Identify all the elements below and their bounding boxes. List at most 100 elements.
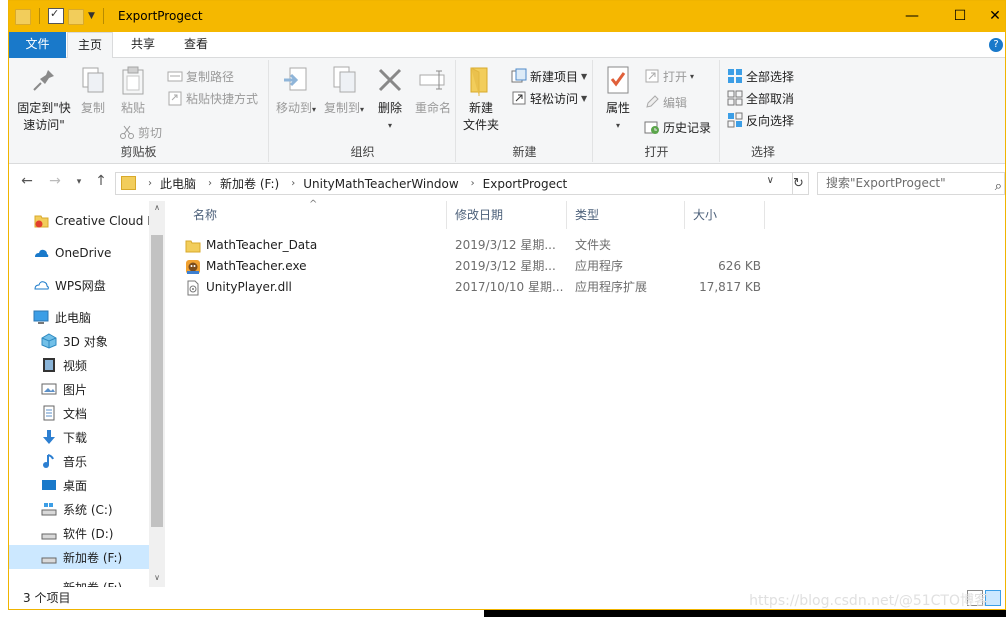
nav-item-video[interactable]: 视频 [9, 353, 149, 377]
new-folder-icon[interactable] [68, 9, 84, 25]
open-icon [644, 68, 660, 84]
nav-item-documents[interactable]: 文档 [9, 401, 149, 425]
breadcrumb-chevron-icon[interactable]: › [471, 178, 475, 189]
scrollbar-thumb[interactable] [151, 235, 163, 527]
edit-button[interactable]: 编辑 [644, 92, 687, 112]
select-none-button[interactable]: 全部取消 [727, 88, 794, 108]
back-arrow-icon[interactable]: ← [17, 173, 37, 189]
cut-button[interactable]: 剪切 [119, 122, 162, 142]
breadcrumb-chevron-icon[interactable]: › [208, 178, 212, 189]
help-icon[interactable]: ? [989, 38, 1003, 52]
customize-toolbar-dropdown[interactable]: ▼ [88, 11, 95, 21]
column-header-name[interactable]: 名称 [185, 201, 447, 229]
nav-item-downloads[interactable]: 下载 [9, 425, 149, 449]
nav-item-pictures[interactable]: 图片 [9, 377, 149, 401]
nav-item-label: WPS网盘 [55, 278, 106, 293]
nav-item-3d-objects[interactable]: 3D 对象 [9, 329, 149, 353]
copy-to-button[interactable]: 复制到▾ [322, 64, 366, 118]
breadcrumb-this-pc[interactable]: 此电脑 [160, 175, 196, 192]
table-row[interactable]: UnityPlayer.dll 2017/10/10 星期... 应用程序扩展 … [185, 277, 765, 298]
file-name: UnityPlayer.dll [206, 280, 292, 294]
copy-path-button[interactable]: 复制路径 [167, 66, 234, 86]
nav-item-drive-d[interactable]: 软件 (D:) [9, 521, 149, 545]
new-item-button[interactable]: 新建项目 ▼ [511, 66, 587, 86]
history-label: 历史记录 [663, 120, 712, 135]
up-arrow-icon[interactable]: ↑ [91, 173, 111, 189]
drive-icon [41, 525, 57, 541]
properties-check-icon[interactable] [48, 7, 64, 24]
scroll-down-icon[interactable]: ∨ [149, 573, 165, 582]
move-to-button[interactable]: 移动到▾ [274, 64, 318, 118]
open-dropdown[interactable]: ▾ [690, 72, 694, 81]
easy-access-dropdown[interactable]: ▼ [581, 94, 587, 103]
nav-item-this-pc[interactable]: 此电脑 [9, 305, 149, 329]
clipboard-group: 固定到"快 速访问" 复制 粘贴 复制路径 粘贴快捷方式 剪切 剪贴板 [9, 60, 269, 162]
recent-locations-chevron-icon[interactable]: ▾ [69, 177, 89, 187]
select-group: 全部选择 全部取消 反向选择 选择 [721, 60, 805, 162]
scroll-up-icon[interactable]: ∧ [149, 203, 165, 212]
breadcrumb-chevron-icon[interactable]: › [291, 178, 295, 189]
nav-item-drive-f-selected[interactable]: 新加卷 (F:) [9, 545, 149, 569]
maximize-button[interactable]: ☐ [937, 1, 983, 31]
video-icon [41, 357, 57, 373]
delete-dropdown[interactable]: ▾ [372, 117, 408, 134]
column-header-date[interactable]: 修改日期 [447, 201, 567, 229]
table-row[interactable]: MathTeacher.exe 2019/3/12 星期... 应用程序 626… [185, 256, 765, 277]
minimize-button[interactable]: — [889, 1, 935, 31]
navigation-pane-scrollbar[interactable]: ∧ ∨ [149, 201, 165, 587]
file-date: 2017/10/10 星期... [455, 280, 564, 294]
paste-label: 粘贴 [120, 101, 145, 115]
breadcrumb-current-folder[interactable]: ExportProgect [483, 177, 568, 191]
properties-button[interactable]: 属性 ▾ [598, 64, 638, 134]
select-all-button[interactable]: 全部选择 [727, 66, 794, 86]
this-pc-icon [33, 309, 49, 325]
properties-dropdown[interactable]: ▾ [598, 117, 638, 134]
open-button[interactable]: 打开 ▾ [644, 66, 694, 86]
nav-item-creative-cloud[interactable]: Creative Cloud F [9, 209, 154, 233]
address-bar[interactable]: › 此电脑 › 新加卷 (F:) › UnityMathTeacherWindo… [115, 172, 793, 195]
tab-home[interactable]: 主页 [67, 32, 114, 59]
nav-item-label: 3D 对象 [63, 334, 108, 349]
tab-view[interactable]: 查看 [174, 32, 218, 58]
nav-item-onedrive[interactable]: OneDrive [9, 241, 149, 265]
nav-item-wps-cloud[interactable]: WPS网盘 [9, 273, 149, 297]
nav-item-drive-f[interactable]: 新加卷 (F:) [9, 575, 149, 588]
delete-label: 删除 [377, 101, 402, 115]
close-button[interactable]: ✕ [984, 1, 1006, 31]
file-name: MathTeacher_Data [206, 238, 318, 252]
refresh-icon[interactable]: ↻ [789, 172, 809, 195]
breadcrumb-drive-f[interactable]: 新加卷 (F:) [220, 175, 279, 192]
invert-selection-button[interactable]: 反向选择 [727, 110, 794, 130]
quick-access-toolbar: ▼ [15, 7, 108, 25]
forward-arrow-icon[interactable]: → [45, 173, 65, 189]
breadcrumb-chevron-icon[interactable]: › [148, 178, 152, 189]
easy-access-button[interactable]: 轻松访问 ▼ [511, 88, 587, 108]
search-input[interactable]: 搜索"ExportProgect" ⌕ [817, 172, 1005, 195]
folder-icon [121, 176, 136, 190]
history-button[interactable]: 历史记录 [644, 117, 711, 137]
pin-quick-access-button[interactable]: 固定到"快 速访问" [13, 64, 75, 134]
new-folder-button[interactable]: 新建 文件夹 [461, 64, 501, 134]
nav-item-drive-c[interactable]: 系统 (C:) [9, 497, 149, 521]
paste-button[interactable]: 粘贴 [115, 64, 151, 117]
copy-button[interactable]: 复制 [75, 64, 111, 117]
delete-button[interactable]: 删除 ▾ [372, 64, 408, 134]
nav-item-desktop[interactable]: 桌面 [9, 473, 149, 497]
tab-file[interactable]: 文件 [9, 32, 66, 58]
rename-button[interactable]: 重命名 [412, 64, 454, 117]
select-all-label: 全部选择 [746, 69, 795, 84]
tab-share[interactable]: 共享 [121, 32, 165, 58]
nav-item-music[interactable]: 音乐 [9, 449, 149, 473]
new-item-label: 新建项目 [530, 69, 579, 84]
column-header-size[interactable]: 大小 [685, 201, 765, 229]
address-history-dropdown[interactable]: ∨ [767, 175, 774, 186]
open-group: 属性 ▾ 打开 ▾ 编辑 历史记录 打开 [594, 60, 720, 162]
new-item-dropdown[interactable]: ▼ [581, 72, 587, 81]
column-header-type[interactable]: 类型 [567, 201, 685, 229]
search-icon[interactable]: ⌕ [995, 176, 1002, 197]
breadcrumb-unity-folder[interactable]: UnityMathTeacherWindow [303, 177, 458, 191]
copy-path-label: 复制路径 [186, 69, 235, 84]
paste-shortcut-button[interactable]: 粘贴快捷方式 [167, 88, 258, 108]
table-row[interactable]: MathTeacher_Data 2019/3/12 星期... 文件夹 [185, 235, 765, 256]
file-date: 2019/3/12 星期... [455, 259, 556, 273]
